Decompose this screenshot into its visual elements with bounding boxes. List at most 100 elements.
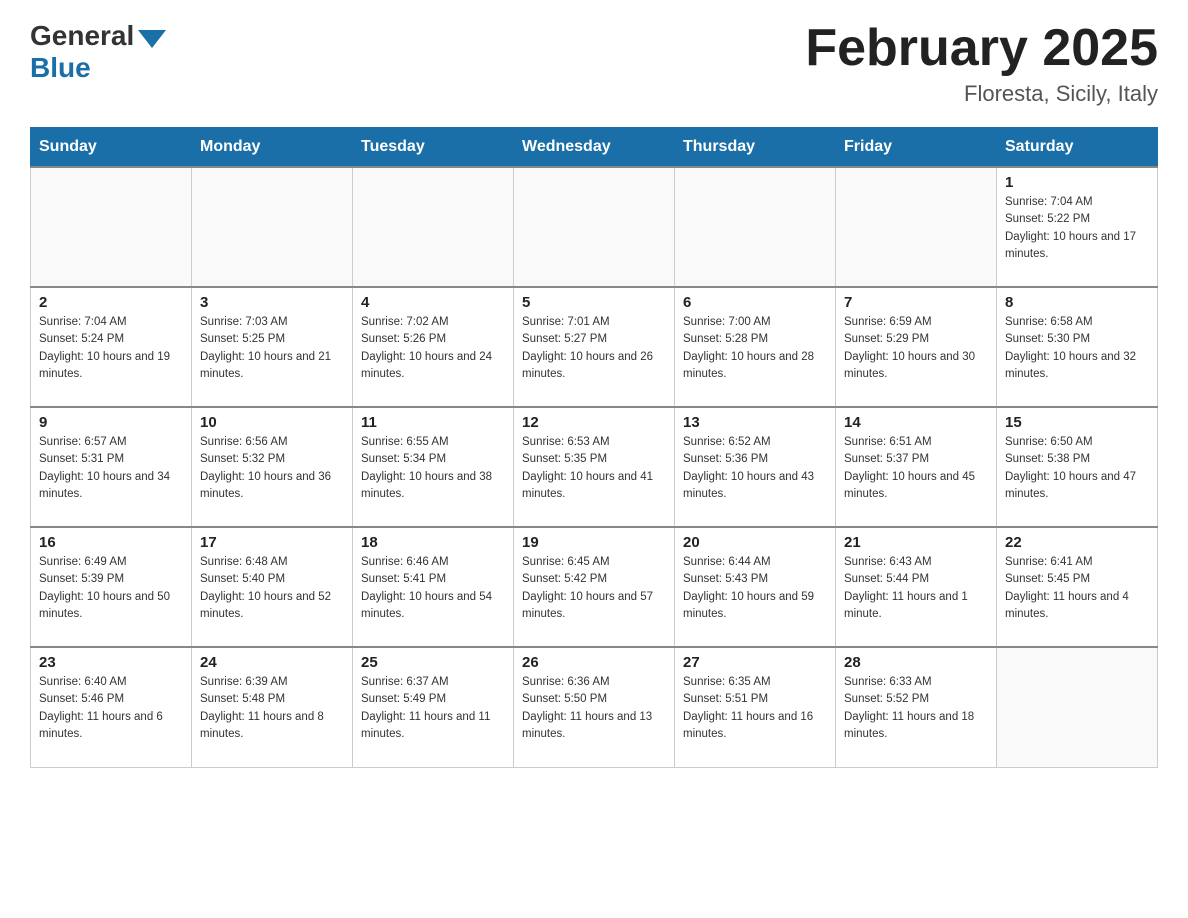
- day-info: Sunrise: 6:50 AM Sunset: 5:38 PM Dayligh…: [1005, 434, 1149, 503]
- day-info: Sunrise: 6:45 AM Sunset: 5:42 PM Dayligh…: [522, 554, 666, 623]
- calendar-cell: 4 Sunrise: 7:02 AM Sunset: 5:26 PM Daylig…: [353, 287, 514, 407]
- day-number: 21: [844, 534, 988, 551]
- day-number: 2: [39, 294, 183, 311]
- day-number: 25: [361, 654, 505, 671]
- day-info: Sunrise: 6:59 AM Sunset: 5:29 PM Dayligh…: [844, 314, 988, 383]
- calendar-cell: 11 Sunrise: 6:55 AM Sunset: 5:34 PM Dayli…: [353, 407, 514, 527]
- calendar-cell: 3Sunrise: 7:03 AM Sunset: 5:25 PM Daylig…: [192, 287, 353, 407]
- day-number: 1: [1005, 174, 1149, 191]
- weekday-header: Thursday: [675, 128, 836, 168]
- weekday-header: Sunday: [31, 128, 192, 168]
- calendar-cell: [192, 167, 353, 287]
- day-number: 27: [683, 654, 827, 671]
- day-info: Sunrise: 6:48 AM Sunset: 5:40 PM Dayligh…: [200, 554, 344, 623]
- calendar-cell: 10 Sunrise: 6:56 AM Sunset: 5:32 PM Dayli…: [192, 407, 353, 527]
- day-info: Sunrise: 7:01 AM Sunset: 5:27 PM Dayligh…: [522, 314, 666, 383]
- weekday-header: Saturday: [997, 128, 1158, 168]
- day-info: Sunrise: 6:53 AM Sunset: 5:35 PM Dayligh…: [522, 434, 666, 503]
- day-number: 8: [1005, 294, 1149, 311]
- calendar-cell: 7 Sunrise: 6:59 AM Sunset: 5:29 PM Daylig…: [836, 287, 997, 407]
- day-info: Sunrise: 7:00 AM Sunset: 5:28 PM Dayligh…: [683, 314, 827, 383]
- day-number: 16: [39, 534, 183, 551]
- day-number: 26: [522, 654, 666, 671]
- day-number: 20: [683, 534, 827, 551]
- day-info: Sunrise: 7:04 AM Sunset: 5:22 PM Dayligh…: [1005, 194, 1149, 263]
- calendar-cell: 22 Sunrise: 6:41 AM Sunset: 5:45 PM Dayli…: [997, 527, 1158, 647]
- day-info: Sunrise: 6:40 AM Sunset: 5:46 PM Dayligh…: [39, 674, 183, 743]
- day-number: 10: [200, 414, 344, 431]
- calendar-week-row: 23 Sunrise: 6:40 AM Sunset: 5:46 PM Dayli…: [31, 647, 1158, 767]
- day-info: Sunrise: 6:44 AM Sunset: 5:43 PM Dayligh…: [683, 554, 827, 623]
- day-number: 15: [1005, 414, 1149, 431]
- weekday-header: Friday: [836, 128, 997, 168]
- day-info: Sunrise: 6:36 AM Sunset: 5:50 PM Dayligh…: [522, 674, 666, 743]
- location-subtitle: Floresta, Sicily, Italy: [805, 81, 1158, 107]
- calendar-cell: 20 Sunrise: 6:44 AM Sunset: 5:43 PM Dayli…: [675, 527, 836, 647]
- logo-general-text: General: [30, 20, 134, 52]
- calendar-cell: 5 Sunrise: 7:01 AM Sunset: 5:27 PM Daylig…: [514, 287, 675, 407]
- day-number: 7: [844, 294, 988, 311]
- weekday-header: Monday: [192, 128, 353, 168]
- calendar-cell: [353, 167, 514, 287]
- day-number: 12: [522, 414, 666, 431]
- day-number: 24: [200, 654, 344, 671]
- calendar-cell: 9 Sunrise: 6:57 AM Sunset: 5:31 PM Daylig…: [31, 407, 192, 527]
- day-number: 17: [200, 534, 344, 551]
- calendar-cell: [675, 167, 836, 287]
- day-number: 4: [361, 294, 505, 311]
- calendar-cell: 23 Sunrise: 6:40 AM Sunset: 5:46 PM Dayli…: [31, 647, 192, 767]
- day-info: Sunrise: 6:41 AM Sunset: 5:45 PM Dayligh…: [1005, 554, 1149, 623]
- day-number: 28: [844, 654, 988, 671]
- calendar-cell: 17 Sunrise: 6:48 AM Sunset: 5:40 PM Dayli…: [192, 527, 353, 647]
- calendar-header-row: SundayMondayTuesdayWednesdayThursdayFrid…: [31, 128, 1158, 168]
- day-number: 23: [39, 654, 183, 671]
- day-info: Sunrise: 6:55 AM Sunset: 5:34 PM Dayligh…: [361, 434, 505, 503]
- weekday-header: Tuesday: [353, 128, 514, 168]
- calendar-week-row: 9 Sunrise: 6:57 AM Sunset: 5:31 PM Daylig…: [31, 407, 1158, 527]
- logo: General Blue: [30, 20, 166, 84]
- day-number: 14: [844, 414, 988, 431]
- day-number: 6: [683, 294, 827, 311]
- calendar-cell: [31, 167, 192, 287]
- day-info: Sunrise: 7:04 AM Sunset: 5:24 PM Dayligh…: [39, 314, 183, 383]
- day-info: Sunrise: 6:51 AM Sunset: 5:37 PM Dayligh…: [844, 434, 988, 503]
- day-info: Sunrise: 6:46 AM Sunset: 5:41 PM Dayligh…: [361, 554, 505, 623]
- day-info: Sunrise: 6:33 AM Sunset: 5:52 PM Dayligh…: [844, 674, 988, 743]
- calendar-cell: 18 Sunrise: 6:46 AM Sunset: 5:41 PM Dayli…: [353, 527, 514, 647]
- calendar-cell: 6 Sunrise: 7:00 AM Sunset: 5:28 PM Daylig…: [675, 287, 836, 407]
- day-number: 19: [522, 534, 666, 551]
- calendar-cell: 8Sunrise: 6:58 AM Sunset: 5:30 PM Daylig…: [997, 287, 1158, 407]
- day-info: Sunrise: 7:03 AM Sunset: 5:25 PM Dayligh…: [200, 314, 344, 383]
- page-header: General Blue February 2025 Floresta, Sic…: [30, 20, 1158, 107]
- day-number: 5: [522, 294, 666, 311]
- calendar-cell: 26 Sunrise: 6:36 AM Sunset: 5:50 PM Dayli…: [514, 647, 675, 767]
- calendar-cell: 1 Sunrise: 7:04 AM Sunset: 5:22 PM Daylig…: [997, 167, 1158, 287]
- calendar-cell: 24 Sunrise: 6:39 AM Sunset: 5:48 PM Dayli…: [192, 647, 353, 767]
- day-info: Sunrise: 6:49 AM Sunset: 5:39 PM Dayligh…: [39, 554, 183, 623]
- day-number: 18: [361, 534, 505, 551]
- day-info: Sunrise: 6:52 AM Sunset: 5:36 PM Dayligh…: [683, 434, 827, 503]
- calendar-cell: 27 Sunrise: 6:35 AM Sunset: 5:51 PM Dayli…: [675, 647, 836, 767]
- day-info: Sunrise: 6:43 AM Sunset: 5:44 PM Dayligh…: [844, 554, 988, 623]
- day-number: 11: [361, 414, 505, 431]
- day-number: 22: [1005, 534, 1149, 551]
- day-info: Sunrise: 6:37 AM Sunset: 5:49 PM Dayligh…: [361, 674, 505, 743]
- month-title: February 2025: [805, 20, 1158, 77]
- calendar-cell: 25 Sunrise: 6:37 AM Sunset: 5:49 PM Dayli…: [353, 647, 514, 767]
- day-info: Sunrise: 6:57 AM Sunset: 5:31 PM Dayligh…: [39, 434, 183, 503]
- calendar-table: SundayMondayTuesdayWednesdayThursdayFrid…: [30, 127, 1158, 768]
- day-info: Sunrise: 7:02 AM Sunset: 5:26 PM Dayligh…: [361, 314, 505, 383]
- calendar-cell: 28 Sunrise: 6:33 AM Sunset: 5:52 PM Dayli…: [836, 647, 997, 767]
- day-number: 13: [683, 414, 827, 431]
- day-info: Sunrise: 6:56 AM Sunset: 5:32 PM Dayligh…: [200, 434, 344, 503]
- day-number: 9: [39, 414, 183, 431]
- calendar-cell: 19 Sunrise: 6:45 AM Sunset: 5:42 PM Dayli…: [514, 527, 675, 647]
- logo-blue-text: Blue: [30, 52, 166, 84]
- calendar-cell: 21 Sunrise: 6:43 AM Sunset: 5:44 PM Dayli…: [836, 527, 997, 647]
- calendar-week-row: 2 Sunrise: 7:04 AM Sunset: 5:24 PM Daylig…: [31, 287, 1158, 407]
- title-block: February 2025 Floresta, Sicily, Italy: [805, 20, 1158, 107]
- day-info: Sunrise: 6:35 AM Sunset: 5:51 PM Dayligh…: [683, 674, 827, 743]
- day-info: Sunrise: 6:39 AM Sunset: 5:48 PM Dayligh…: [200, 674, 344, 743]
- calendar-week-row: 16 Sunrise: 6:49 AM Sunset: 5:39 PM Dayli…: [31, 527, 1158, 647]
- calendar-cell: 16 Sunrise: 6:49 AM Sunset: 5:39 PM Dayli…: [31, 527, 192, 647]
